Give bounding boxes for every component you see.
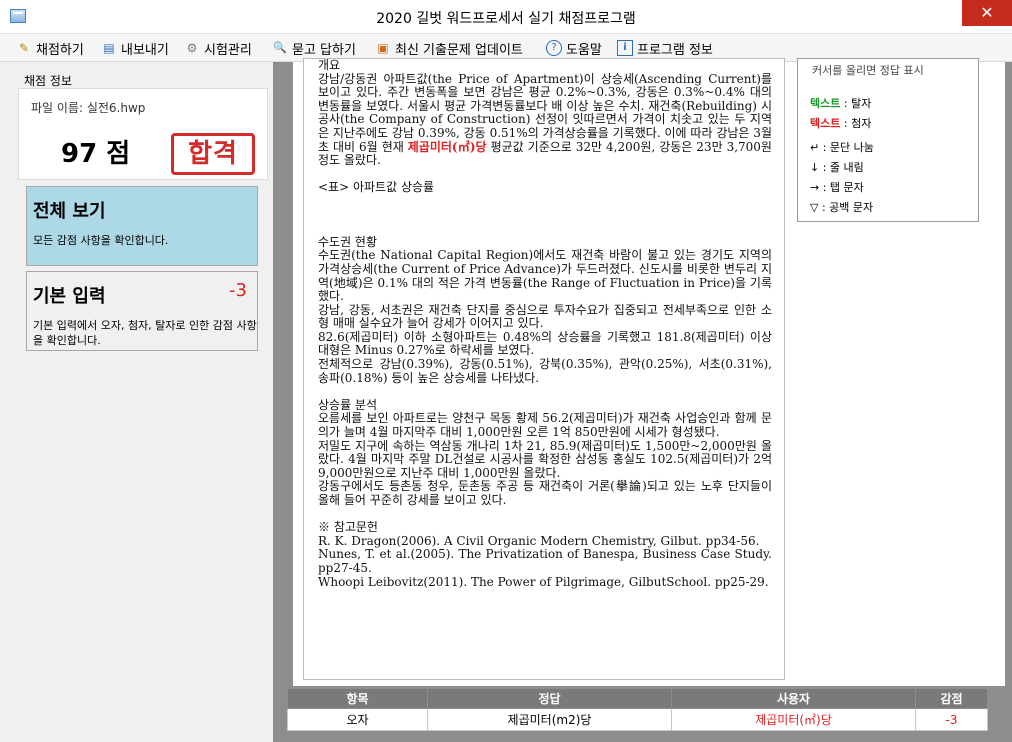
category-title: 전체 보기 [33, 201, 106, 222]
doc-line: 수도권 현황 [318, 234, 378, 249]
doc-blank [318, 222, 772, 236]
menu-help[interactable]: ? 도움말 [546, 39, 602, 58]
column-header-answer: 정답 [427, 688, 672, 709]
doc-paragraph: 82.6(제곱미터) 이하 소형아파트는 0.48%의 상승률을 기록했고 18… [318, 329, 772, 358]
doc-line: 개요 [318, 58, 341, 72]
score-info: 채점 정보 파일 이름: 실전6.hwp 97 점 합격 [16, 68, 268, 180]
doc-paragraph: 전체적으로 강남(0.39%), 강동(0.51%), 강북(0.35%), 관… [318, 357, 772, 385]
title-bar: 2020 길벗 워드프로세서 실기 채점프로그램 ✕ [0, 0, 1012, 34]
gift-icon: ▣ [377, 41, 389, 55]
error-highlight[interactable]: 제곱미터(㎡)당 [408, 140, 487, 154]
score-header: 채점 정보 [24, 74, 72, 88]
deduction-badge: -3 [229, 280, 247, 301]
column-header-item: 항목 [287, 688, 428, 709]
doc-blank [318, 168, 772, 182]
menu-update[interactable]: ▣ 최신 기출문제 업데이트 [375, 39, 523, 58]
doc-reference: Nunes, T. et al.(2005). The Privatizatio… [318, 547, 772, 575]
category-all-card[interactable]: 전체 보기 모든 감점 사항을 확인합니다. [26, 186, 258, 266]
doc-paragraph: 강동구에서도 등촌동 청우, 둔촌동 주공 등 재건축이 거론(擧論)되고 있는… [318, 479, 772, 507]
info-icon: i [617, 40, 633, 56]
close-button[interactable]: ✕ [962, 0, 1012, 26]
column-header-deduct: 감점 [915, 688, 988, 709]
document-frame: 개요 강남/강동권 아파트값(the Price of Apartment)이 … [303, 58, 785, 680]
search-icon: 🔍 [273, 41, 287, 54]
menu-label: 채점하기 [36, 42, 84, 58]
file-name: 파일 이름: 실전6.hwp [31, 101, 146, 115]
result-table: 항목 정답 사용자 감점 오자 제곱미터(m2)당 제곱미터(㎡)당 -3 [287, 688, 988, 731]
doc-blank [318, 195, 772, 209]
menu-label: 최신 기출문제 업데이트 [395, 42, 523, 58]
menu-label: 도움말 [566, 42, 602, 58]
doc-blank [318, 508, 772, 522]
doc-paragraph: 저밀도 지구에 속하는 역삼동 개나리 1차 21, 85.9(제곱미터)도 1… [318, 438, 772, 480]
score-body: 파일 이름: 실전6.hwp 97 점 합격 [18, 88, 268, 180]
legend-paragraph-break: ↵ : 문단 나눔 [810, 141, 874, 154]
legend-box: 커서를 올리면 정답 표시 텍스트 : 탈자 텍스트 : 첨자 ↵ : 문단 나… [797, 58, 979, 222]
legend-tab: → : 탭 문자 [810, 181, 864, 194]
menu-label: 내보내기 [121, 42, 169, 58]
doc-paragraph: 강남/강동권 아파트값(the Price of Apartment)이 상승세… [318, 71, 772, 168]
document-page: 개요 강남/강동권 아파트값(the Price of Apartment)이 … [293, 58, 1005, 686]
legend-line-break: ↓ : 줄 내림 [810, 161, 864, 174]
menu-exam-manage[interactable]: ⚙ 시험관리 [184, 39, 252, 58]
export-icon: ▤ [103, 41, 115, 55]
doc-line: ※ 참고문헌 [318, 520, 378, 535]
doc-reference: Whoopi Leibovitz(2011). The Power of Pil… [318, 574, 769, 589]
category-basic-card[interactable]: 기본 입력 -3 기본 입력에서 오자, 첨자, 탈자로 인한 감점 사항을 확… [26, 271, 258, 351]
cell-user: 제곱미터(㎡)당 [671, 708, 916, 731]
document-area: 개요 강남/강동권 아파트값(the Price of Apartment)이 … [285, 58, 1012, 742]
pencil-icon: ✎ [18, 41, 30, 55]
menu-label: 프로그램 정보 [637, 42, 713, 58]
category-desc: 기본 입력에서 오자, 첨자, 탈자로 인한 감점 사항을 확인합니다. [33, 319, 257, 347]
menu-qna[interactable]: 🔍 묻고 답하기 [272, 39, 356, 58]
cell-item: 오자 [287, 708, 428, 731]
help-icon: ? [546, 40, 562, 56]
column-header-user: 사용자 [671, 688, 916, 709]
menu-label: 시험관리 [204, 42, 252, 58]
doc-paragraph: 수도권(the National Capital Region)에서도 재건축 … [318, 248, 772, 304]
menu-export[interactable]: ▤ 내보내기 [101, 39, 169, 58]
menu-program-info[interactable]: i 프로그램 정보 [617, 39, 713, 58]
legend-space: ▽ : 공백 문자 [810, 201, 874, 214]
cell-answer: 제곱미터(m2)당 [427, 708, 672, 731]
cell-deduct: -3 [915, 708, 988, 731]
pass-stamp: 합격 [171, 133, 255, 175]
legend-subscript: 텍스트 : 첨자 [810, 117, 872, 130]
doc-paragraph: 강남, 강동, 서초권은 재건축 단지를 중심으로 투자수요가 집중되고 전세부… [318, 302, 772, 331]
document-text: 개요 강남/강동권 아파트값(the Price of Apartment)이 … [318, 58, 772, 589]
menu-label: 묻고 답하기 [292, 42, 356, 58]
window-title: 2020 길벗 워드프로세서 실기 채점프로그램 [376, 11, 636, 27]
doc-reference: R. K. Dragon(2006). A Civil Organic Mode… [318, 533, 760, 548]
category-title: 기본 입력 [33, 286, 106, 307]
table-header-row: 항목 정답 사용자 감점 [287, 688, 988, 709]
panel-splitter[interactable] [273, 62, 285, 742]
doc-blank [318, 385, 772, 399]
score-value: 97 점 [61, 139, 131, 169]
left-panel: 채점 정보 파일 이름: 실전6.hwp 97 점 합격 전체 보기 모든 감점… [16, 62, 272, 742]
category-desc: 모든 감점 사항을 확인합니다. [33, 234, 169, 247]
doc-paragraph: 오름세를 보인 아파트로는 양천구 목동 황제 56.2(제곱미터)가 재건축 … [318, 411, 772, 440]
gear-icon: ⚙ [186, 41, 198, 55]
legend-hint: 커서를 올리면 정답 표시 [812, 64, 924, 77]
table-row[interactable]: 오자 제곱미터(m2)당 제곱미터(㎡)당 -3 [287, 708, 988, 731]
doc-blank [318, 209, 772, 223]
legend-omission: 텍스트 : 탈자 [810, 97, 872, 110]
menu-grade[interactable]: ✎ 채점하기 [16, 39, 84, 58]
doc-line: <표> 아파트값 상승률 [318, 180, 435, 195]
